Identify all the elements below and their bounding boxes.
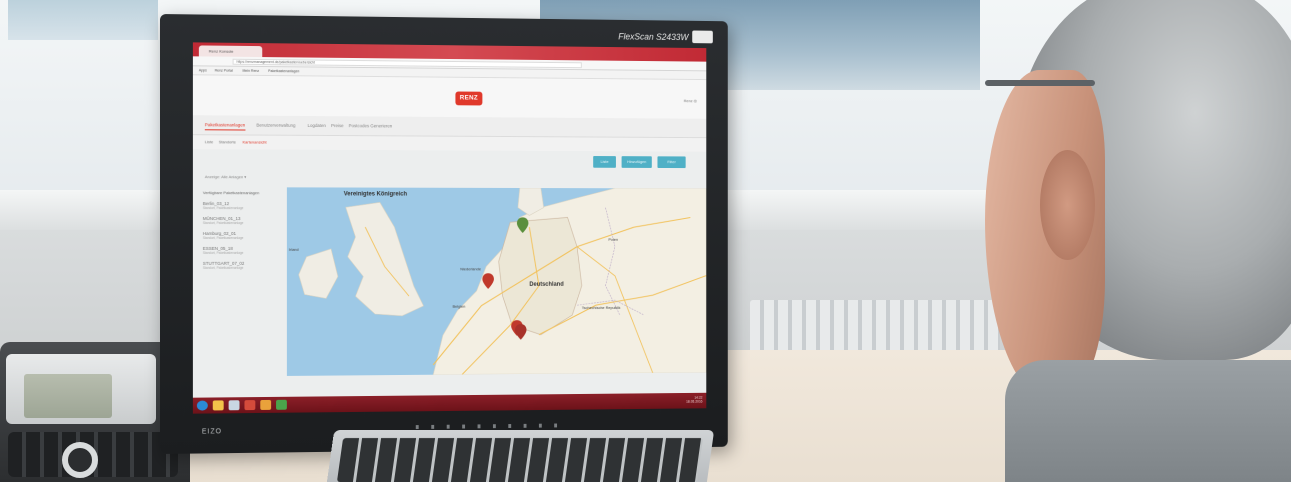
subnav-kartenansicht[interactable]: Kartenansicht xyxy=(242,139,266,144)
list-item[interactable]: MÜNCHEN_01_13 Standort, Paketkastenanlag… xyxy=(203,216,277,225)
nav-postcodes[interactable]: Postcodes Generieren xyxy=(349,123,393,128)
glasses-icon xyxy=(985,80,1095,86)
subnav-standorte[interactable]: Standorte xyxy=(219,139,236,144)
list-item-desc: Standort, Paketkastenanlage xyxy=(203,251,277,255)
land-ireland xyxy=(299,249,338,299)
map-canvas xyxy=(287,187,706,376)
facility-list-title: Verfügbare Paketkastenanlagen xyxy=(203,190,277,195)
list-item-desc: Standort, Paketkastenanlage xyxy=(203,206,277,210)
phone-navigation-wheel xyxy=(62,442,98,478)
phone-panel xyxy=(6,354,156,424)
list-item[interactable]: Berlin_03_12 Standort, Paketkastenanlage xyxy=(203,201,277,210)
map-label-netherlands: Niederlande xyxy=(460,266,481,271)
bezel-logo: EIZO xyxy=(202,428,222,435)
screen: Renz Konsole https://renzmanagement.de/p… xyxy=(193,42,706,413)
clock-date: 18.05.2016 xyxy=(686,400,702,404)
app-header: RENZ Renz ◎ xyxy=(193,75,706,118)
app-icon[interactable] xyxy=(229,400,240,410)
facility-list: Verfügbare Paketkastenanlagen Berlin_03_… xyxy=(203,190,277,399)
list-item[interactable]: Hamburg_02_01 Standort, Paketkastenanlag… xyxy=(203,231,277,240)
nav-logdaten[interactable]: Logdaten xyxy=(308,123,326,128)
taskbar-clock[interactable]: 14:22 18.05.2016 xyxy=(686,396,702,404)
add-button[interactable]: Hinzufügen xyxy=(622,156,652,168)
filter-select[interactable]: Anzeige: Alle Anlagen ▾ xyxy=(205,172,264,181)
map-label-germany: Deutschland xyxy=(529,282,563,288)
browser-tab[interactable]: Renz Konsole xyxy=(199,45,262,57)
window-glass xyxy=(8,0,158,40)
renz-logo[interactable]: RENZ xyxy=(455,91,482,105)
subnav-liste[interactable]: Liste xyxy=(205,139,213,144)
app-icon[interactable] xyxy=(244,400,255,410)
map-label-poland: Polen xyxy=(608,237,618,242)
app-icon[interactable] xyxy=(260,400,271,410)
bookmark-item[interactable]: Apps xyxy=(199,68,207,72)
phone-display xyxy=(24,374,112,418)
list-item-desc: Standort, Paketkastenanlage xyxy=(203,266,277,270)
person-ear xyxy=(1040,150,1095,260)
bookmark-item[interactable]: Paketkastenanlagen xyxy=(268,69,299,73)
person xyxy=(985,0,1291,482)
nav-benutzerverwaltung[interactable]: Benutzerverwaltung xyxy=(256,123,295,128)
list-button[interactable]: Liste xyxy=(593,156,616,168)
list-item[interactable]: ESSEN_05_18 Standort, Paketkastenanlage xyxy=(203,246,277,255)
list-item-desc: Standort, Paketkastenanlage xyxy=(203,236,277,240)
map-label-ireland: Irland xyxy=(289,247,299,252)
list-item-desc: Standort, Paketkastenanlage xyxy=(203,221,277,225)
person-shirt xyxy=(1005,360,1291,482)
nav-preise[interactable]: Preise xyxy=(331,123,343,128)
bookmark-item[interactable]: Renz Portal xyxy=(215,69,233,73)
monitor: FlexScan S2433W EIZO Renz Konsole https:… xyxy=(160,14,728,454)
start-icon[interactable] xyxy=(197,401,208,411)
sub-nav: Liste Standorte Kartenansicht xyxy=(193,135,706,152)
keyboard-keys xyxy=(337,438,703,482)
bezel-buttons xyxy=(416,423,560,429)
filter-button[interactable]: Filter xyxy=(657,156,685,168)
map-label-uk: Vereinigtes Königreich xyxy=(344,191,407,197)
monitor-model-label: FlexScan S2433W xyxy=(618,32,688,43)
explorer-icon[interactable] xyxy=(213,400,224,410)
app-icon[interactable] xyxy=(276,400,287,410)
monitor-badge xyxy=(692,31,713,44)
list-item[interactable]: STUTTGART_07_02 Standort, Paketkastenanl… xyxy=(203,261,277,270)
user-menu-link[interactable]: Renz ◎ xyxy=(684,98,697,103)
photo-scene: FlexScan S2433W EIZO Renz Konsole https:… xyxy=(0,0,1291,482)
keyboard xyxy=(326,430,714,482)
map-label-czech: Tschechische Republik xyxy=(582,305,621,310)
nav-paketkastenanlagen[interactable]: Paketkastenanlagen xyxy=(205,122,245,130)
map-label-belgium: Belgien xyxy=(453,304,466,309)
bookmark-item[interactable]: Mein Renz xyxy=(242,69,259,73)
land-great-britain xyxy=(346,202,424,316)
map-view[interactable]: Vereinigtes Königreich Irland Deutschlan… xyxy=(287,187,706,376)
